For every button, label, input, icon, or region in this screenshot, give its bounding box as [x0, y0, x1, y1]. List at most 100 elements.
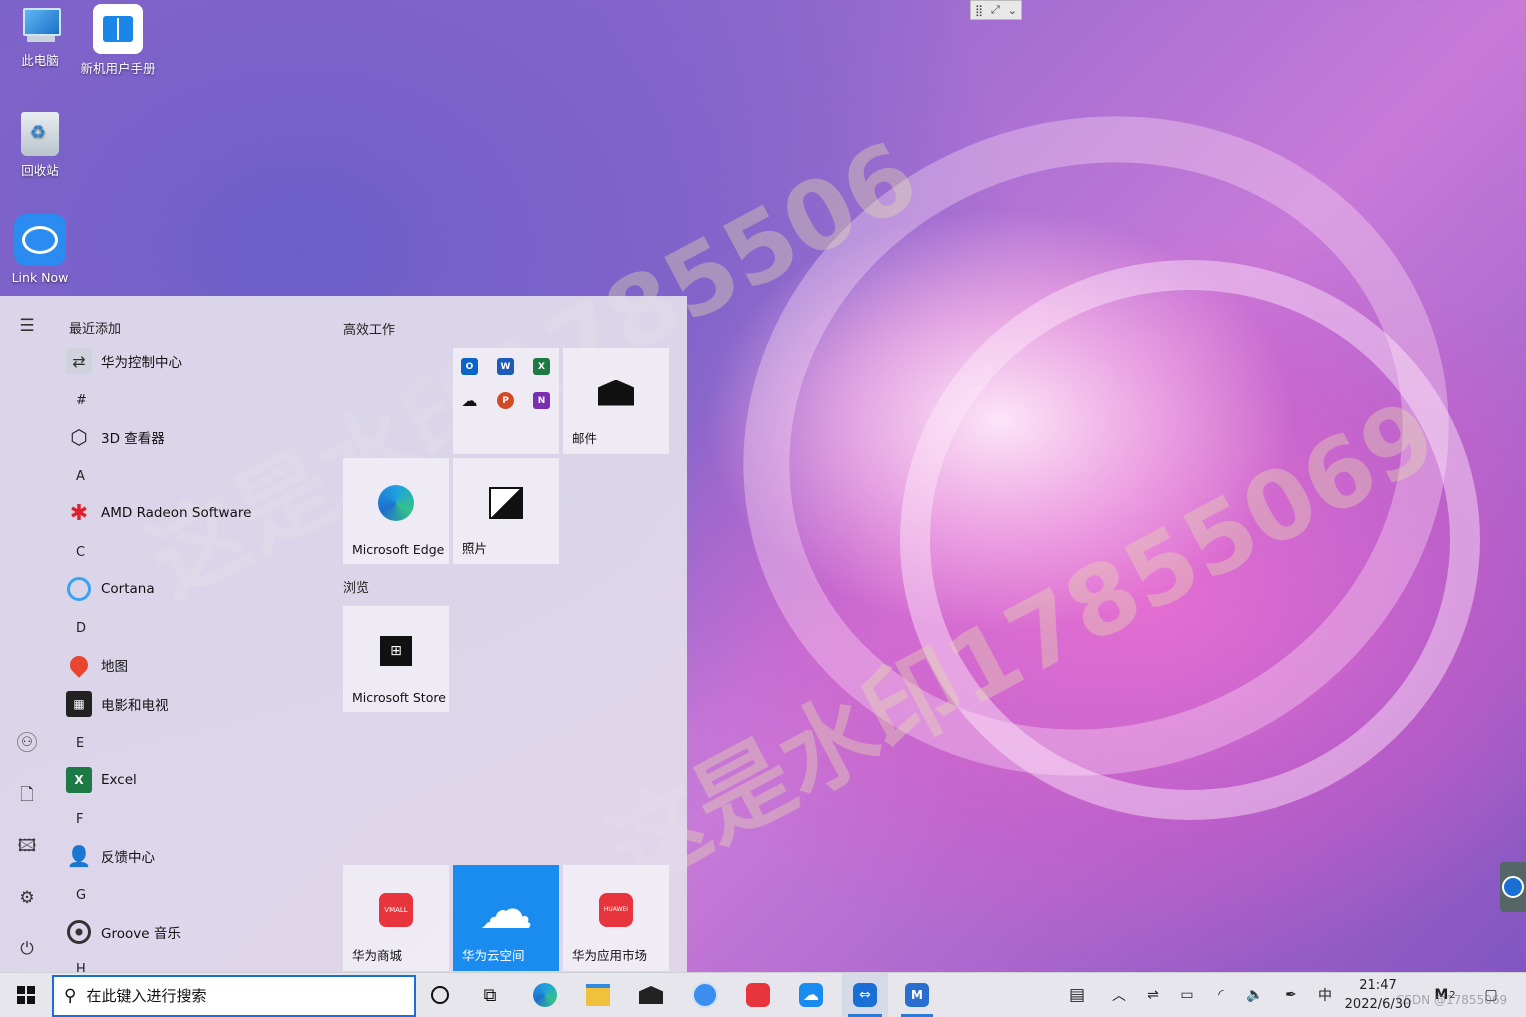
start-button[interactable]	[0, 973, 52, 1017]
settings-gear-icon[interactable]: ⚙	[13, 884, 41, 912]
powerpoint-icon: P	[497, 392, 514, 409]
teamviewer-icon	[1502, 876, 1524, 898]
taskbar-appgallery[interactable]	[735, 973, 781, 1017]
tile-appgallery[interactable]: HUAWEI 华为应用市场	[563, 865, 669, 971]
app-item-groove[interactable]: Groove 音乐	[66, 916, 326, 948]
ime-indicator[interactable]: 中	[1312, 973, 1338, 1017]
volume-tray[interactable]: 🔈	[1242, 973, 1268, 1017]
teamviewer-icon: ⇔	[853, 983, 877, 1007]
letter-header[interactable]: E	[76, 736, 84, 751]
app-item-label: 反馈中心	[101, 850, 155, 866]
hamburger-menu-icon[interactable]: ☰	[13, 312, 41, 340]
power-icon[interactable]: ⏻	[13, 935, 41, 963]
taskbar-mail[interactable]	[628, 973, 674, 1017]
cortana-button[interactable]	[418, 973, 462, 1017]
fullscreen-icon[interactable]: ⤢	[991, 3, 1000, 17]
taskbar-huawei-browser[interactable]	[682, 973, 728, 1017]
battery-icon: ▭	[1180, 987, 1194, 1003]
taskbar-teamviewer[interactable]: ⇔	[842, 973, 888, 1017]
letter-header[interactable]: F	[76, 812, 83, 827]
task-view-button[interactable]: ⧉	[468, 973, 512, 1017]
chevron-down-icon[interactable]: ⌄	[1008, 4, 1017, 17]
taskbar-huawei-cloud[interactable]: ☁	[788, 973, 834, 1017]
amd-radeon-icon: ✱	[69, 500, 89, 526]
app-item-label: 华为控制中心	[101, 355, 182, 371]
documents-icon[interactable]: 🗋	[13, 782, 41, 810]
app-item-huawei-control[interactable]: ⇄ 华为控制中心	[66, 345, 326, 377]
desktop-icon-manual[interactable]: 新机用户手册	[78, 4, 158, 77]
desktop-icon-label: 新机用户手册	[80, 61, 156, 76]
network-tray[interactable]: ◜	[1208, 973, 1234, 1017]
desktop-icon-recycle-bin[interactable]: 回收站	[0, 112, 80, 179]
huawei-control-tray[interactable]: ⇌	[1140, 973, 1166, 1017]
app-item-feedback[interactable]: 👤 反馈中心	[66, 840, 326, 872]
app-item-excel[interactable]: X Excel	[66, 764, 326, 796]
tile-vmall[interactable]: VMALL 华为商城	[343, 865, 449, 971]
wallpaper-swirl	[649, 17, 1526, 875]
watermark-text: 这是水印17855069	[590, 378, 1454, 909]
battery-tray[interactable]: ▭	[1174, 973, 1200, 1017]
teamviewer-side-handle[interactable]	[1500, 862, 1526, 912]
letter-header[interactable]: D	[76, 621, 86, 636]
desktop-icon-label: 此电脑	[21, 53, 59, 68]
cortana-icon	[66, 576, 92, 602]
edge-icon	[533, 983, 557, 1007]
taskbar: ⚲ ⧉ ☁ ⇔ M ▤ ︿ ⇌ ▭ ◜ 🔈 ✒ 中 21:47 2022/6/3…	[0, 972, 1526, 1017]
app-item-3d-viewer[interactable]: ⬡ 3D 查看器	[66, 421, 326, 453]
sliders-icon: ⇌	[1147, 987, 1159, 1003]
pictures-icon[interactable]: 🖾	[13, 833, 41, 861]
csdn-watermark: CSDN @17855069	[1396, 993, 1508, 1007]
recycle-bin-icon	[21, 112, 59, 156]
grid-icon[interactable]: ⣿	[975, 4, 983, 17]
tile-store[interactable]: ⊞ Microsoft Store	[343, 606, 449, 712]
computer-icon	[19, 6, 61, 46]
user-account-icon[interactable]: ⚇	[17, 732, 37, 752]
show-hidden-icons-button[interactable]: ︿	[1106, 973, 1132, 1017]
start-menu: ☰ ⚇ 🗋 🖾 ⚙ ⏻ 最近添加 ⇄ 华为控制中心 # ⬡ 3D 查看器 A ✱…	[0, 296, 687, 972]
desktop-icon-this-pc[interactable]: 此电脑	[0, 6, 80, 69]
link-now-icon	[14, 214, 66, 266]
tile-edge[interactable]: Microsoft Edge	[343, 458, 449, 564]
wallpaper-swirl	[900, 260, 1480, 820]
app-item-maps[interactable]: 地图	[66, 649, 326, 681]
letter-header[interactable]: A	[76, 469, 85, 484]
app-item-movies-tv[interactable]: ▦ 电影和电视	[66, 688, 326, 720]
taskbar-pc-manager[interactable]: M	[895, 973, 939, 1017]
wifi-icon: ◜	[1218, 987, 1224, 1003]
app-item-label: Cortana	[101, 581, 155, 597]
letter-header[interactable]: G	[76, 888, 86, 903]
movies-icon: ▦	[66, 691, 92, 717]
search-input[interactable]	[84, 986, 389, 1006]
browser-globe-icon	[692, 982, 718, 1008]
desktop-icon-label: 回收站	[21, 163, 59, 178]
desktop-icon-link-now[interactable]: Link Now	[0, 214, 80, 285]
start-rail: ☰ ⚇ 🗋 🖾 ⚙ ⏻	[0, 296, 54, 972]
3d-viewer-icon: ⬡	[70, 425, 88, 449]
app-item-amd-radeon[interactable]: ✱ AMD Radeon Software	[66, 497, 326, 529]
news-widget-button[interactable]: ▤	[1060, 973, 1094, 1017]
tile-office[interactable]: O W X ☁ P N	[453, 348, 559, 454]
pen-tray[interactable]: ✒	[1278, 973, 1304, 1017]
remote-toolbar[interactable]: ⣿ ⤢ ⌄	[970, 0, 1022, 20]
taskbar-edge[interactable]	[522, 973, 568, 1017]
taskbar-search[interactable]: ⚲	[52, 975, 416, 1017]
tile-huawei-cloud[interactable]: ☁ 华为云空间	[453, 865, 559, 971]
tile-label: 华为应用市场	[572, 948, 648, 963]
tile-label: 邮件	[572, 431, 598, 446]
app-item-cortana[interactable]: Cortana	[66, 573, 326, 605]
tile-label: 华为商城	[352, 948, 403, 963]
letter-header[interactable]: C	[76, 545, 85, 560]
store-icon: ⊞	[380, 635, 412, 666]
excel-icon: X	[533, 358, 550, 375]
word-icon: W	[497, 358, 514, 375]
letter-header[interactable]: #	[76, 393, 87, 408]
clock-time: 21:47	[1359, 978, 1397, 993]
taskbar-file-explorer[interactable]	[575, 973, 621, 1017]
desktop-icon-label: Link Now	[11, 270, 69, 285]
mail-icon	[639, 986, 663, 1004]
tile-photos[interactable]: 照片	[453, 458, 559, 564]
news-icon: ▤	[1068, 985, 1086, 1005]
tile-mail[interactable]: 邮件	[563, 348, 669, 454]
letter-header[interactable]: H	[76, 962, 86, 972]
feedback-icon: 👤	[66, 844, 92, 868]
